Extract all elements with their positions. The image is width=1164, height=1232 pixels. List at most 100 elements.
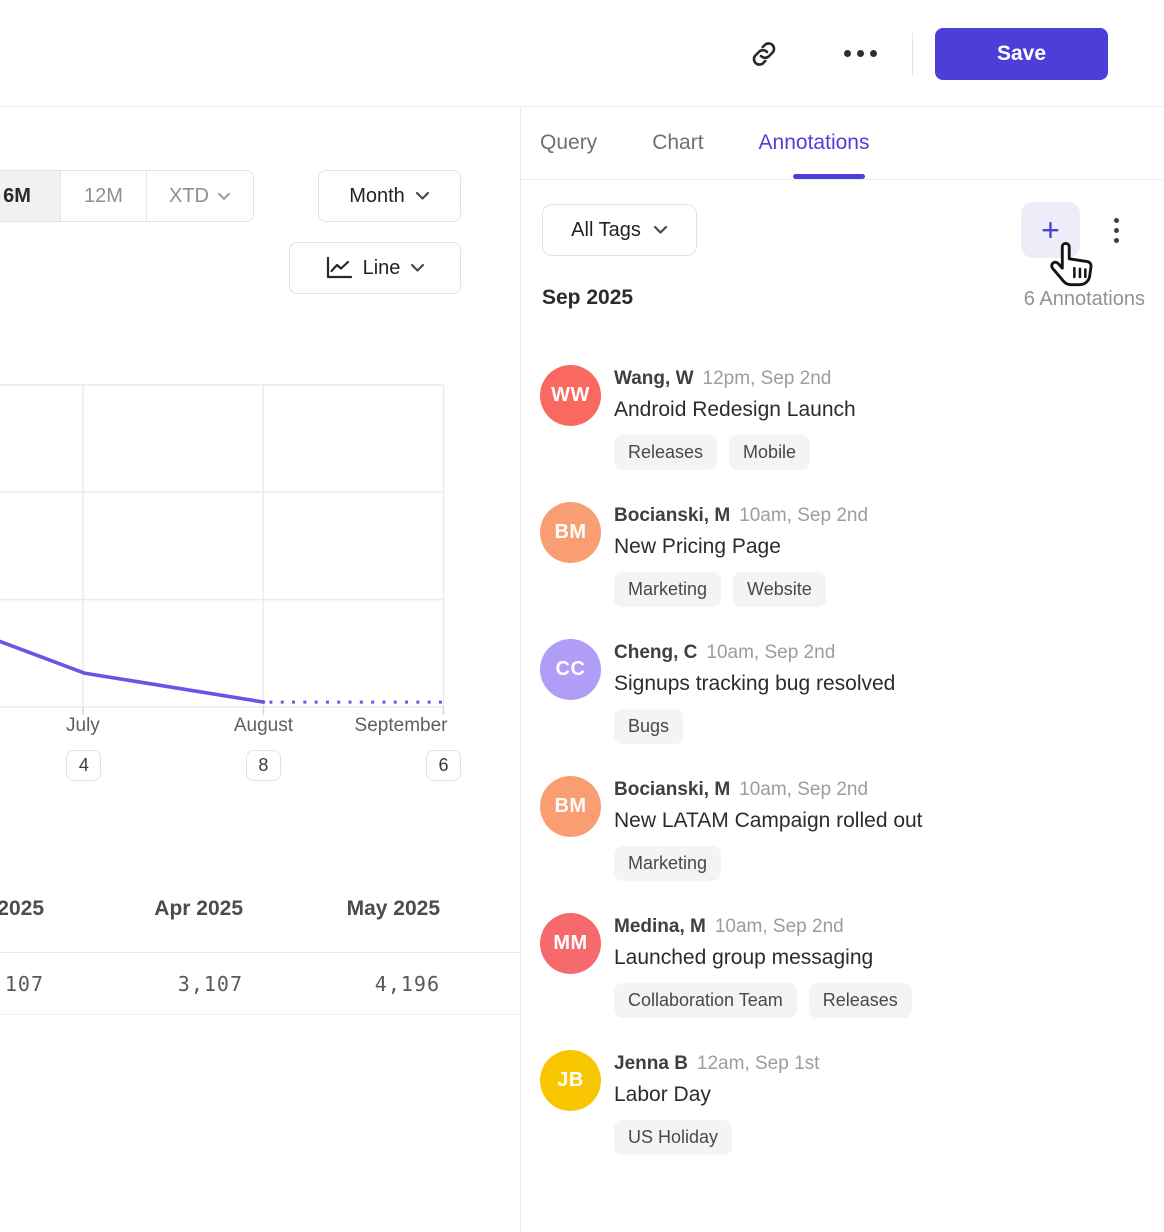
range-tab-12m[interactable]: 12M [60, 171, 146, 221]
table-cell-value: 4,196 [375, 972, 440, 996]
chevron-down-icon [415, 191, 430, 201]
line-chart-plot [0, 380, 521, 725]
chevron-down-icon [653, 225, 668, 235]
annotation-title: Signups tracking bug resolved [614, 666, 895, 701]
annotation-count-badge[interactable]: 4 [66, 750, 101, 781]
section-annotation-count: 6 Annotations [1024, 288, 1145, 311]
range-tab-xtd[interactable]: XTD [146, 171, 253, 221]
annotation-timestamp: 10am, Sep 2nd [715, 915, 844, 939]
annotation-author: Jenna B [614, 1052, 688, 1076]
tag-pill[interactable]: Releases [614, 435, 717, 470]
all-tags-filter-dropdown[interactable]: All Tags [542, 204, 697, 256]
range-tab-label: 6M [3, 185, 31, 208]
add-annotation-button[interactable]: + [1021, 202, 1080, 258]
chart-panel: 6M12MXTD Month Line JulyAugustSeptember … [0, 107, 521, 1232]
table-cell-value: 107 [5, 972, 44, 996]
table-column-header: 2025 [0, 897, 44, 921]
tag-pill[interactable]: Mobile [729, 435, 810, 470]
annotation-body: Wang, W 12pm, Sep 2ndAndroid Redesign Lau… [614, 365, 856, 470]
active-tab-underline [793, 174, 865, 179]
annotation-list-item[interactable]: BMBocianski, M10am, Sep 2ndNew Pricing P… [540, 502, 1150, 607]
annotation-list-item[interactable]: JB Jenna B12am, Sep 1stLabor Day US Holida… [540, 1050, 1150, 1155]
tag-pill[interactable]: Marketing [614, 572, 721, 607]
annotation-tags: Releases Mobile [614, 435, 856, 470]
annotation-meta: Cheng, C 10am, Sep 2nd [614, 641, 895, 665]
x-axis-tick-label: September [355, 715, 448, 737]
annotation-title: New LATAM Campaign rolled out [614, 803, 923, 838]
table-column-header: Apr 2025 [154, 897, 243, 921]
line-chart-icon [325, 256, 353, 280]
annotation-list-item[interactable]: BM Bocianski, M10am, Sep 2ndNew LATAM Cam… [540, 776, 1150, 881]
annotation-count-badge[interactable]: 6 [426, 750, 461, 781]
line-chart [0, 380, 521, 725]
data-table: 2025Apr 2025May 2025 1073,1074,196 [0, 847, 521, 1017]
chevron-down-icon [410, 263, 425, 273]
annotation-tags: US Holiday [614, 1120, 819, 1155]
tag-pill[interactable]: Marketing [614, 846, 721, 881]
annotation-timestamp: 12pm, Sep 2nd [703, 367, 832, 391]
table-divider [0, 1014, 521, 1015]
avatar: WW [540, 365, 601, 426]
annotation-body: Medina, M10am, Sep 2ndLaunched group mes… [614, 913, 912, 1018]
annotation-timestamp: 10am, Sep 2nd [706, 641, 835, 665]
annotation-author: Bocianski, M [614, 504, 730, 528]
share-link-button[interactable] [742, 32, 786, 76]
avatar: JB [540, 1050, 601, 1111]
x-axis-tick-label: July [66, 715, 100, 737]
annotation-body: Cheng, C 10am, Sep 2ndSignups tracking bu… [614, 639, 895, 744]
annotation-body: Bocianski, M 10am, Sep 2ndNew Pricing Pag… [614, 502, 868, 607]
tab-query[interactable]: Query [540, 131, 597, 155]
avatar: BM [540, 776, 601, 837]
annotation-meta: Bocianski, M10am, Sep 2nd [614, 778, 923, 802]
tag-pill[interactable]: US Holiday [614, 1120, 732, 1155]
annotation-list-item[interactable]: CCCheng, C10am, Sep 2ndSignups tracking … [540, 639, 1150, 744]
tag-pill[interactable]: Releases [809, 983, 912, 1018]
annotation-meta: Wang, W 12pm, Sep 2nd [614, 367, 856, 391]
save-button[interactable]: Save [935, 28, 1108, 80]
annotation-meta: Bocianski, M 10am, Sep 2nd [614, 504, 868, 528]
tag-pill[interactable]: Bugs [614, 709, 683, 744]
annotation-count-badge[interactable]: 8 [246, 750, 281, 781]
granularity-dropdown[interactable]: Month [318, 170, 461, 222]
annotation-meta: Jenna B12am, Sep 1st [614, 1052, 819, 1076]
chart-type-label: Line [363, 257, 401, 280]
more-horizontal-icon [844, 50, 877, 57]
annotation-tags: Bugs [614, 709, 895, 744]
panel-tabs: Query Chart Annotations [521, 107, 1164, 180]
more-options-button[interactable] [838, 32, 882, 76]
range-tab-label: XTD [169, 185, 209, 208]
annotation-list-item[interactable]: MMMedina, M10am, Sep 2ndLaunched group m… [540, 913, 1150, 1018]
annotations-menu-button[interactable] [1103, 206, 1129, 254]
annotation-author: Cheng, C [614, 641, 697, 665]
tab-annotations[interactable]: Annotations [759, 131, 870, 155]
annotation-title: Labor Day [614, 1077, 819, 1112]
annotation-count-badges: 4 8 6 [0, 750, 521, 782]
tag-pill[interactable]: Collaboration Team [614, 983, 797, 1018]
annotation-list: WW Wang, W 12pm, Sep 2ndAndroid Redesign L… [540, 365, 1150, 1187]
granularity-label: Month [349, 185, 405, 208]
annotation-title: Android Redesign Launch [614, 392, 856, 427]
tab-chart[interactable]: Chart [652, 131, 703, 155]
chart-type-dropdown[interactable]: Line [289, 242, 461, 294]
annotation-author: Bocianski, M [614, 778, 730, 802]
all-tags-label: All Tags [571, 219, 641, 242]
annotation-author: Wang, W [614, 367, 694, 391]
kebab-menu-icon [1114, 218, 1119, 243]
top-header: Save [0, 0, 1164, 107]
avatar: MM [540, 913, 601, 974]
annotation-meta: Medina, M10am, Sep 2nd [614, 915, 912, 939]
annotation-tags: Marketing [614, 846, 923, 881]
date-range-segmented-control: 6M 12M XTD [0, 170, 254, 222]
annotation-timestamp: 10am, Sep 2nd [739, 504, 868, 528]
annotation-list-item[interactable]: WW Wang, W 12pm, Sep 2ndAndroid Redesign L… [540, 365, 1150, 470]
annotation-body: Jenna B12am, Sep 1stLabor Day US Holiday [614, 1050, 819, 1155]
plus-icon: + [1041, 212, 1060, 248]
annotation-title: Launched group messaging [614, 940, 912, 975]
table-cell-value: 3,107 [178, 972, 243, 996]
range-tab-label: 12M [84, 185, 123, 208]
annotations-panel: QueryChartAnnotations All Tags + Sep 202… [521, 107, 1164, 1232]
tag-pill[interactable]: Website [733, 572, 826, 607]
header-actions: Save [742, 0, 1108, 107]
range-tab-6m[interactable]: 6M [0, 171, 60, 221]
annotation-title: New Pricing Page [614, 529, 868, 564]
